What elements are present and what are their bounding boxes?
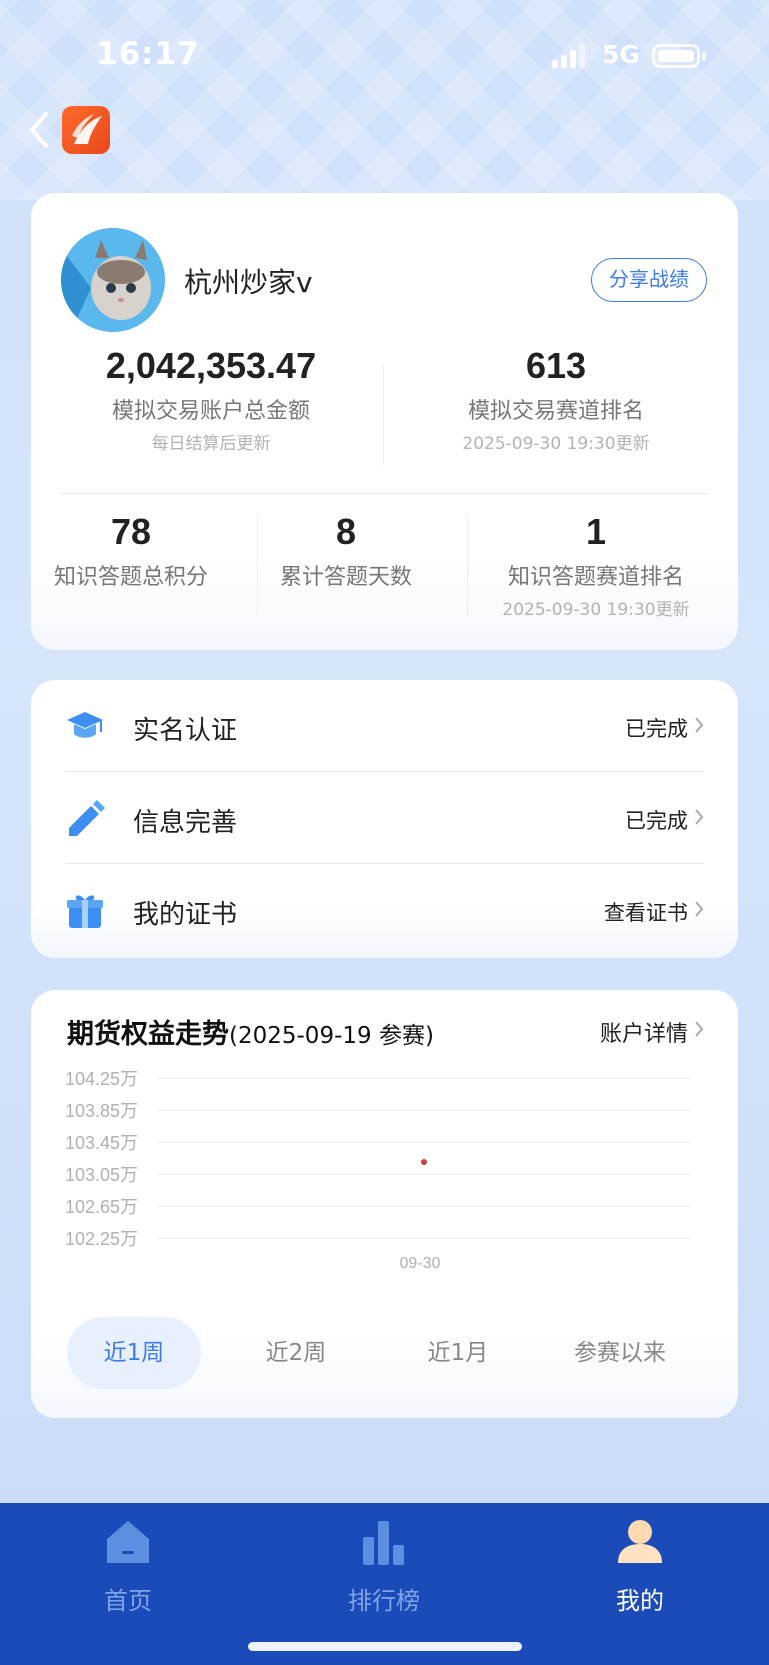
share-results-button[interactable]: 分享战绩 xyxy=(591,258,707,302)
trading-rank-stat: 613 模拟交易赛道排名 2025-09-30 19:30更新 xyxy=(401,345,711,454)
tab-label: 我的 xyxy=(616,1587,664,1615)
tab-1-week[interactable]: 近1周 xyxy=(67,1317,201,1389)
menu-item-label: 信息完善 xyxy=(133,808,238,838)
quiz-days-stat: 8 累计答题天数 xyxy=(271,511,421,591)
quiz-rank-value: 1 xyxy=(585,511,607,552)
y-tick-label: 102.65万 xyxy=(65,1197,138,1217)
divider xyxy=(467,515,468,615)
signal-icon xyxy=(552,44,588,68)
tab-1-month[interactable]: 近1月 xyxy=(391,1317,525,1389)
home-indicator xyxy=(248,1642,522,1651)
y-tick-label: 104.25万 xyxy=(65,1069,138,1089)
avatar[interactable] xyxy=(61,228,165,332)
quiz-points-value: 78 xyxy=(110,511,152,552)
account-total-stat: 2,042,353.47 模拟交易账户总金额 每日结算后更新 xyxy=(61,345,361,454)
tab-label: 排行榜 xyxy=(348,1587,420,1615)
y-tick-label: 103.05万 xyxy=(65,1165,138,1185)
bar-chart-icon xyxy=(363,1521,404,1565)
equity-trend-card: 期货权益走势(2025-09-19 参赛) 账户详情 104.25万 103.85… xyxy=(31,990,738,1418)
divider xyxy=(257,515,258,615)
quiz-days-label: 累计答题天数 xyxy=(279,565,412,590)
x-tick-label: 09-30 xyxy=(400,1255,441,1272)
network-type: 5G xyxy=(602,40,640,69)
account-total-note: 每日结算后更新 xyxy=(151,434,271,454)
gift-icon xyxy=(67,895,103,928)
pencil-icon xyxy=(69,800,105,836)
quiz-points-stat: 78 知识答题总积分 xyxy=(51,511,211,591)
tab-label: 首页 xyxy=(104,1587,152,1615)
back-button[interactable] xyxy=(24,110,54,150)
chevron-right-icon xyxy=(695,1021,704,1037)
y-tick-label: 103.45万 xyxy=(65,1133,138,1153)
battery-icon xyxy=(652,44,700,68)
bottom-tab-bar: 首页 排行榜 我的 xyxy=(0,1503,769,1665)
tab-mine[interactable]: 我的 xyxy=(580,1517,700,1616)
menu-item-real-name[interactable]: 实名认证 已完成 xyxy=(31,680,738,772)
status-time: 16:17 xyxy=(96,36,200,72)
menu-item-label: 我的证书 xyxy=(133,900,238,930)
battery-tip xyxy=(702,52,706,61)
period-tabs: 近1周 近2周 近1月 参赛以来 xyxy=(31,1317,738,1389)
tab-since-joined[interactable]: 参赛以来 xyxy=(553,1317,687,1389)
menu-item-action: 查看证书 xyxy=(604,901,688,925)
quiz-rank-note: 2025-09-30 19:30更新 xyxy=(502,600,690,620)
chevron-right-icon xyxy=(695,901,704,917)
quiz-rank-stat: 1 知识答题赛道排名 2025-09-30 19:30更新 xyxy=(481,511,711,620)
divider xyxy=(383,365,384,465)
quiz-rank-label: 知识答题赛道排名 xyxy=(507,565,684,590)
divider xyxy=(61,493,708,494)
status-bar: 16:17 5G xyxy=(0,0,769,112)
chevron-right-icon xyxy=(695,717,704,733)
chart-title: 期货权益走势(2025-09-19 参赛) xyxy=(67,1012,434,1051)
tab-2-weeks[interactable]: 近2周 xyxy=(229,1317,363,1389)
menu-item-info[interactable]: 信息完善 已完成 xyxy=(31,772,738,864)
account-menu-card: 实名认证 已完成 信息完善 已完成 我的证书 查看证书 xyxy=(31,680,738,958)
menu-item-label: 实名认证 xyxy=(133,716,238,746)
account-total-label: 模拟交易账户总金额 xyxy=(111,399,310,424)
chart-title-subtitle: (2025-09-19 参赛) xyxy=(229,1023,434,1049)
profile-card: 杭州炒家v 分享战绩 2,042,353.47 模拟交易账户总金额 每日结算后更… xyxy=(31,193,738,650)
user-icon xyxy=(618,1520,662,1563)
chevron-right-icon xyxy=(695,809,704,825)
quiz-points-label: 知识答题总积分 xyxy=(53,565,208,590)
y-tick-label: 102.25万 xyxy=(65,1229,138,1249)
account-details-link[interactable]: 账户详情 xyxy=(600,1016,688,1048)
menu-item-status: 已完成 xyxy=(625,717,688,741)
menu-item-status: 已完成 xyxy=(625,809,688,833)
trading-rank-note: 2025-09-30 19:30更新 xyxy=(462,434,650,454)
trading-rank-value: 613 xyxy=(525,345,587,386)
chart-title-main: 期货权益走势 xyxy=(67,1019,229,1050)
home-icon xyxy=(107,1521,149,1563)
trading-rank-label: 模拟交易赛道排名 xyxy=(467,399,644,424)
data-point xyxy=(421,1159,427,1165)
username: 杭州炒家v xyxy=(184,266,313,299)
tab-leaderboard[interactable]: 排行榜 xyxy=(324,1517,444,1616)
app-logo-icon xyxy=(62,106,110,154)
y-tick-label: 103.85万 xyxy=(65,1101,138,1121)
equity-chart: 104.25万 103.85万 103.45万 103.05万 102.65万 102.2… xyxy=(65,1069,691,1272)
graduation-cap-icon xyxy=(67,712,103,738)
quiz-days-value: 8 xyxy=(335,511,357,552)
tab-home[interactable]: 首页 xyxy=(68,1517,188,1616)
menu-item-certificate[interactable]: 我的证书 查看证书 xyxy=(31,864,738,956)
account-total-value: 2,042,353.47 xyxy=(105,345,317,386)
